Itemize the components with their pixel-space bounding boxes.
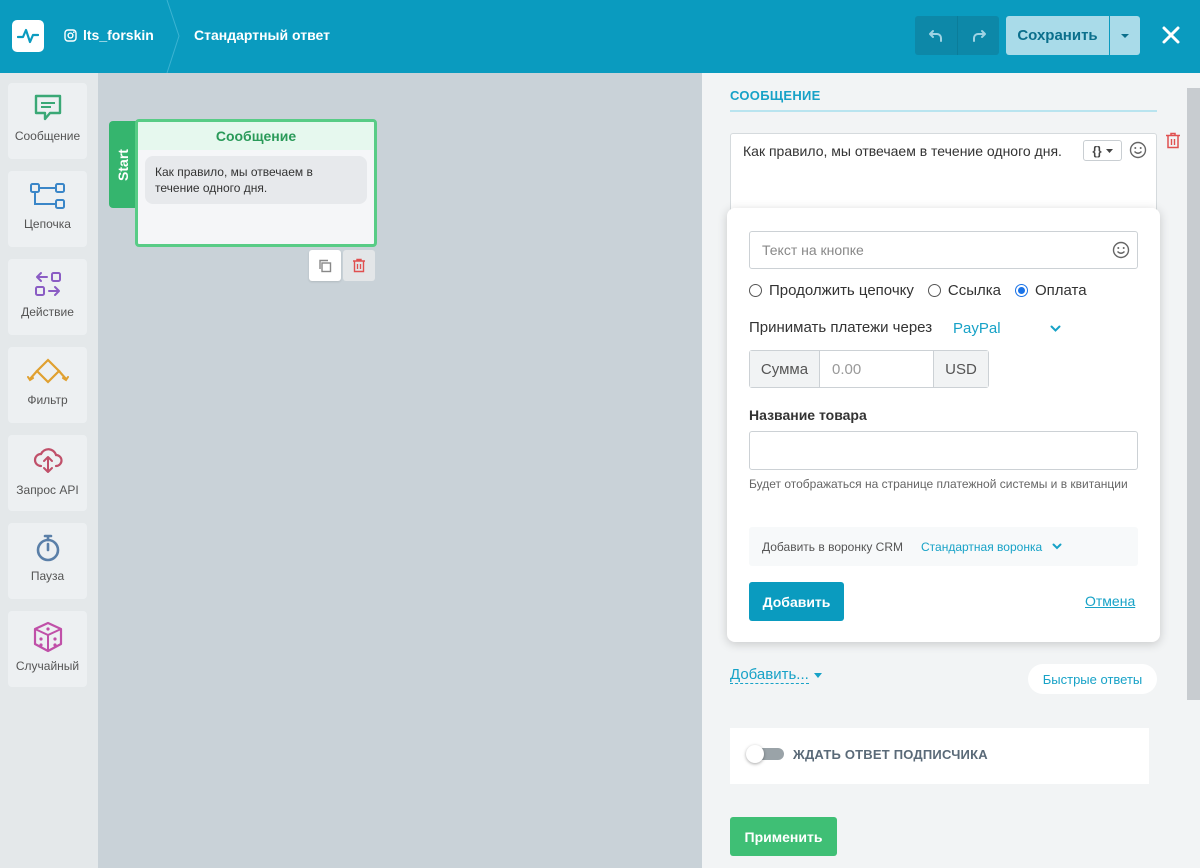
crm-funnel-label: Добавить в воронку CRM [762,539,904,554]
palette-item-label: Цепочка [24,217,71,231]
section-divider [730,110,1157,112]
add-button[interactable]: Добавить [749,582,844,621]
amount-field-group: Сумма USD [749,350,989,388]
wait-reply-toggle[interactable] [746,745,784,763]
breadcrumb-separator [166,0,180,73]
radio-circle [927,284,941,297]
palette-item-pause[interactable]: Пауза [8,523,87,599]
amount-input[interactable] [820,351,933,387]
delete-node-button[interactable] [343,250,375,281]
emoji-icon[interactable] [1112,241,1130,259]
payment-provider-value: PayPal [953,320,1001,337]
crm-funnel-select[interactable]: Стандартная воронка [921,540,1062,554]
panel-scrollbar[interactable] [1187,88,1200,700]
chain-icon [29,183,65,209]
history-controls [915,16,999,55]
payment-provider-label: Принимать платежи через [749,319,933,336]
close-button[interactable] [1156,20,1186,50]
page-title: Стандартный ответ [194,27,330,43]
message-text: Как правило, мы отвечаем в течение одног… [743,143,1062,159]
caret-down-icon [1121,33,1129,38]
palette-item-label: Фильтр [27,393,68,407]
start-label: Start [115,148,131,181]
message-node[interactable]: Сообщение Как правило, мы отвечаем в теч… [135,119,377,247]
palette-item-api-request[interactable]: Запрос API [8,435,87,511]
quick-replies-button[interactable]: Быстрые ответы [1028,664,1157,694]
undo-button[interactable] [915,16,957,55]
palette-item-label: Запрос API [16,483,79,497]
dice-icon [33,621,62,653]
insert-variable-button[interactable]: {} [1083,140,1122,161]
wait-reply-label: ЖДАТЬ ОТВЕТ ПОДПИСЧИКА [793,747,988,762]
top-bar: lts_forskin Стандартный ответ Сохранить [0,0,1200,73]
instagram-icon [64,28,77,42]
radio-continue-chain[interactable]: Продолжить цепочку [749,282,914,299]
api-cloud-icon [33,448,63,473]
caret-down-icon [1105,148,1113,153]
emoji-icon[interactable] [1129,141,1147,159]
add-more-dropdown[interactable]: Добавить... [730,666,822,684]
radio-payment[interactable]: Оплата [1014,282,1087,299]
account-breadcrumb[interactable]: lts_forskin [64,27,154,43]
palette-item-label: Случайный [15,659,80,673]
product-name-label: Название товара [749,407,867,423]
palette-item-message[interactable]: Сообщение [8,83,87,159]
cancel-link[interactable]: Отмена [1085,593,1135,609]
button-type-radio-group: Продолжить цепочку Ссылка Оплата [749,282,1101,299]
add-more-label: Добавить... [730,666,809,684]
caret-down-icon [813,672,822,678]
chevron-down-icon [1052,543,1062,550]
palette-item-chain[interactable]: Цепочка [8,171,87,247]
copy-node-button[interactable] [309,250,341,281]
amount-label: Сумма [750,351,820,387]
radio-link[interactable]: Ссылка [927,282,1001,299]
block-palette: Сообщение Цепочка Действие Фильтр Запрос… [0,73,98,868]
redo-icon [972,29,986,42]
delete-message-icon[interactable] [1165,132,1181,149]
product-name-input[interactable] [749,431,1138,470]
chevron-down-icon [1050,325,1061,332]
palette-item-label: Пауза [30,569,65,583]
variable-braces: {} [1092,143,1102,158]
timer-icon [36,534,59,562]
radio-circle-checked [1014,284,1028,297]
crm-funnel-row: Добавить в воронку CRM Стандартная ворон… [749,527,1138,566]
action-icon [34,272,61,296]
palette-item-action[interactable]: Действие [8,259,87,335]
radio-label: Оплата [1034,282,1087,299]
palette-item-label: Сообщение [14,129,81,143]
palette-item-filter[interactable]: Фильтр [8,347,87,423]
currency-label: USD [933,351,988,387]
redo-button[interactable] [957,16,999,55]
radio-circle [749,284,762,297]
section-title: СООБЩЕНИЕ [730,88,821,103]
button-editor-popup [727,208,1160,642]
start-marker: Start [109,121,137,208]
close-icon [1162,26,1180,44]
crm-funnel-value: Стандартная воронка [921,539,1043,554]
radio-label: Ссылка [947,282,1001,299]
palette-item-label: Действие [21,305,74,319]
filter-icon [26,358,69,384]
radio-label: Продолжить цепочку [769,282,914,299]
trash-icon [353,258,365,273]
save-button[interactable]: Сохранить [1006,16,1109,55]
apply-button[interactable]: Применить [730,817,837,856]
message-icon [34,94,61,121]
app-logo-icon[interactable] [12,20,44,52]
undo-icon [929,29,942,42]
palette-item-random[interactable]: Случайный [8,611,87,687]
node-title: Сообщение [138,122,374,150]
save-options-button[interactable] [1110,16,1140,55]
product-name-hint: Будет отображаться на странице платежной… [749,477,1128,491]
copy-icon [319,259,332,272]
node-message-bubble: Как правило, мы отвечаем в течение одног… [145,156,367,204]
account-name: lts_forskin [83,27,154,43]
button-text-input[interactable] [749,231,1138,269]
payment-provider-select[interactable]: PayPal [953,320,1061,337]
